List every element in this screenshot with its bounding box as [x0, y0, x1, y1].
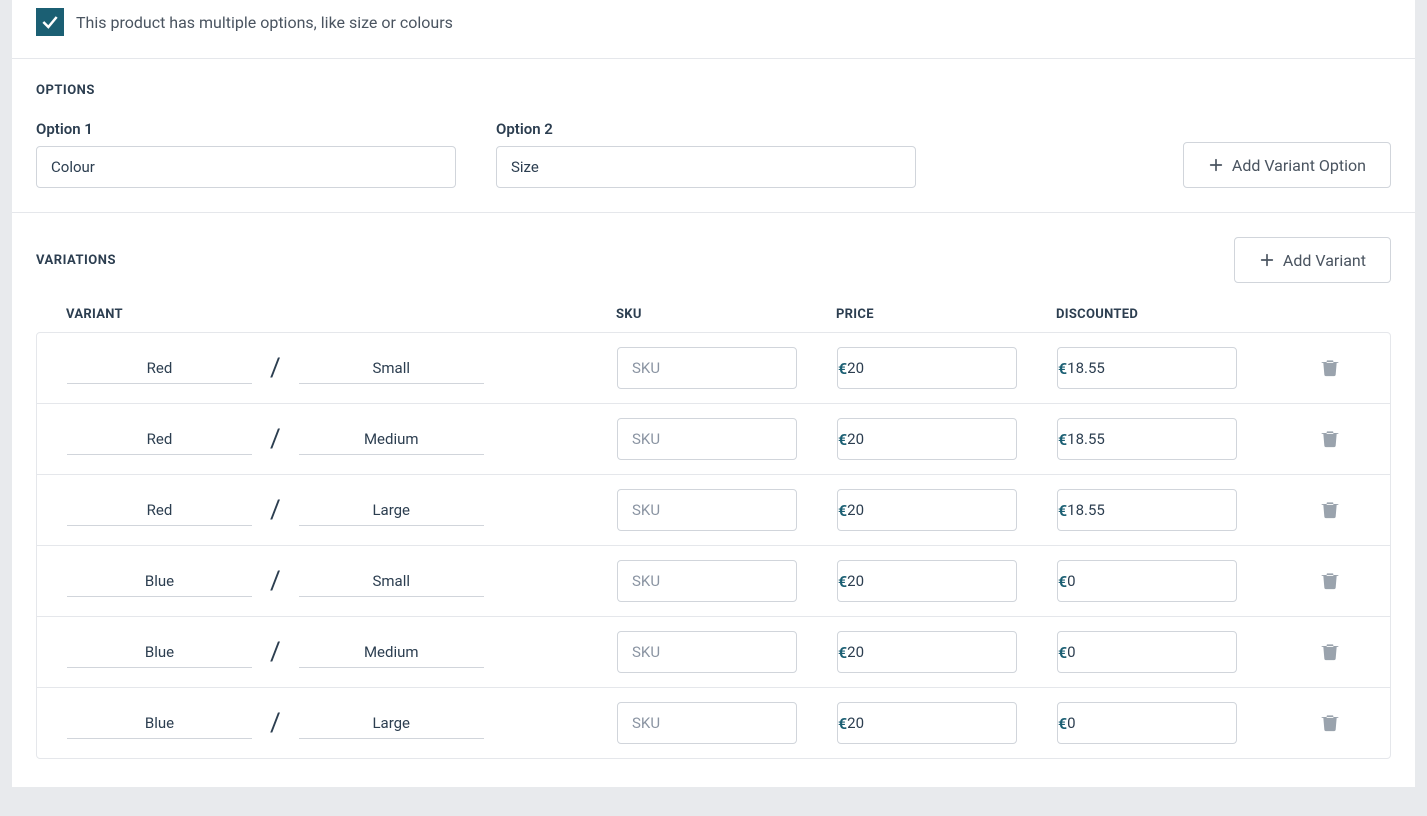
currency-symbol: €: [838, 714, 847, 733]
variant-option1-input[interactable]: [67, 353, 252, 384]
variant-separator: /: [270, 708, 281, 738]
variant-option2-input[interactable]: [299, 708, 484, 739]
option-2-input[interactable]: [496, 146, 916, 188]
discounted-input[interactable]: [1067, 501, 1276, 519]
trash-icon: [1320, 498, 1340, 520]
variant-option1-input[interactable]: [67, 708, 252, 739]
trash-icon: [1320, 640, 1340, 662]
variant-option2-input[interactable]: [299, 637, 484, 668]
multiple-options-checkbox[interactable]: [36, 8, 64, 36]
variant-separator: /: [270, 495, 281, 525]
variant-option2-input[interactable]: [299, 566, 484, 597]
currency-symbol: €: [1058, 501, 1067, 520]
header-discounted: DISCOUNTED: [1056, 307, 1276, 322]
add-variant-label: Add Variant: [1283, 251, 1366, 270]
variant-option1-input[interactable]: [67, 424, 252, 455]
table-row: / € €: [37, 546, 1390, 617]
price-input[interactable]: [847, 714, 1056, 732]
trash-icon: [1320, 356, 1340, 378]
price-input[interactable]: [847, 643, 1056, 661]
discounted-input[interactable]: [1067, 643, 1276, 661]
currency-symbol: €: [838, 572, 847, 591]
discounted-input[interactable]: [1067, 430, 1276, 448]
variant-option1-input[interactable]: [67, 566, 252, 597]
sku-input[interactable]: [617, 702, 797, 744]
currency-symbol: €: [1058, 714, 1067, 733]
trash-icon: [1320, 427, 1340, 449]
discounted-input[interactable]: [1067, 359, 1276, 377]
delete-variant-button[interactable]: [1316, 707, 1344, 740]
discounted-input[interactable]: [1067, 572, 1276, 590]
sku-input[interactable]: [617, 631, 797, 673]
price-input[interactable]: [847, 359, 1056, 377]
discounted-input[interactable]: [1067, 714, 1276, 732]
sku-input[interactable]: [617, 489, 797, 531]
add-variant-option-label: Add Variant Option: [1232, 156, 1366, 175]
variant-separator: /: [270, 353, 281, 383]
table-row: / € €: [37, 617, 1390, 688]
price-input[interactable]: [847, 572, 1056, 590]
multiple-options-label: This product has multiple options, like …: [76, 13, 453, 32]
delete-variant-button[interactable]: [1316, 565, 1344, 598]
option-2-label: Option 2: [496, 120, 916, 138]
price-input[interactable]: [847, 501, 1056, 519]
trash-icon: [1320, 569, 1340, 591]
price-input[interactable]: [847, 430, 1056, 448]
currency-symbol: €: [1058, 643, 1067, 662]
sku-input[interactable]: [617, 560, 797, 602]
currency-symbol: €: [838, 359, 847, 378]
add-variant-button[interactable]: Add Variant: [1234, 237, 1391, 283]
table-row: / € €: [37, 404, 1390, 475]
variant-option2-input[interactable]: [299, 495, 484, 526]
table-row: / € €: [37, 333, 1390, 404]
table-row: / € €: [37, 688, 1390, 758]
delete-variant-button[interactable]: [1316, 636, 1344, 669]
variant-separator: /: [270, 424, 281, 454]
variant-option2-input[interactable]: [299, 353, 484, 384]
sku-input[interactable]: [617, 347, 797, 389]
variant-option2-input[interactable]: [299, 424, 484, 455]
currency-symbol: €: [1058, 430, 1067, 449]
variant-option1-input[interactable]: [67, 637, 252, 668]
header-variant: VARIANT: [66, 307, 616, 322]
options-section-title: OPTIONS: [36, 83, 1391, 98]
option-1-input[interactable]: [36, 146, 456, 188]
variant-separator: /: [270, 566, 281, 596]
delete-variant-button[interactable]: [1316, 423, 1344, 456]
currency-symbol: €: [838, 430, 847, 449]
currency-symbol: €: [838, 643, 847, 662]
check-icon: [40, 12, 60, 32]
delete-variant-button[interactable]: [1316, 352, 1344, 385]
trash-icon: [1320, 711, 1340, 733]
currency-symbol: €: [838, 501, 847, 520]
option-1-label: Option 1: [36, 120, 456, 138]
table-row: / € €: [37, 475, 1390, 546]
currency-symbol: €: [1058, 572, 1067, 591]
plus-icon: [1208, 157, 1224, 173]
sku-input[interactable]: [617, 418, 797, 460]
header-price: PRICE: [836, 307, 1056, 322]
variant-separator: /: [270, 637, 281, 667]
variations-section-title: VARIATIONS: [36, 253, 116, 268]
delete-variant-button[interactable]: [1316, 494, 1344, 527]
add-variant-option-button[interactable]: Add Variant Option: [1183, 142, 1391, 188]
header-sku: SKU: [616, 307, 836, 322]
variant-option1-input[interactable]: [67, 495, 252, 526]
currency-symbol: €: [1058, 359, 1067, 378]
plus-icon: [1259, 252, 1275, 268]
